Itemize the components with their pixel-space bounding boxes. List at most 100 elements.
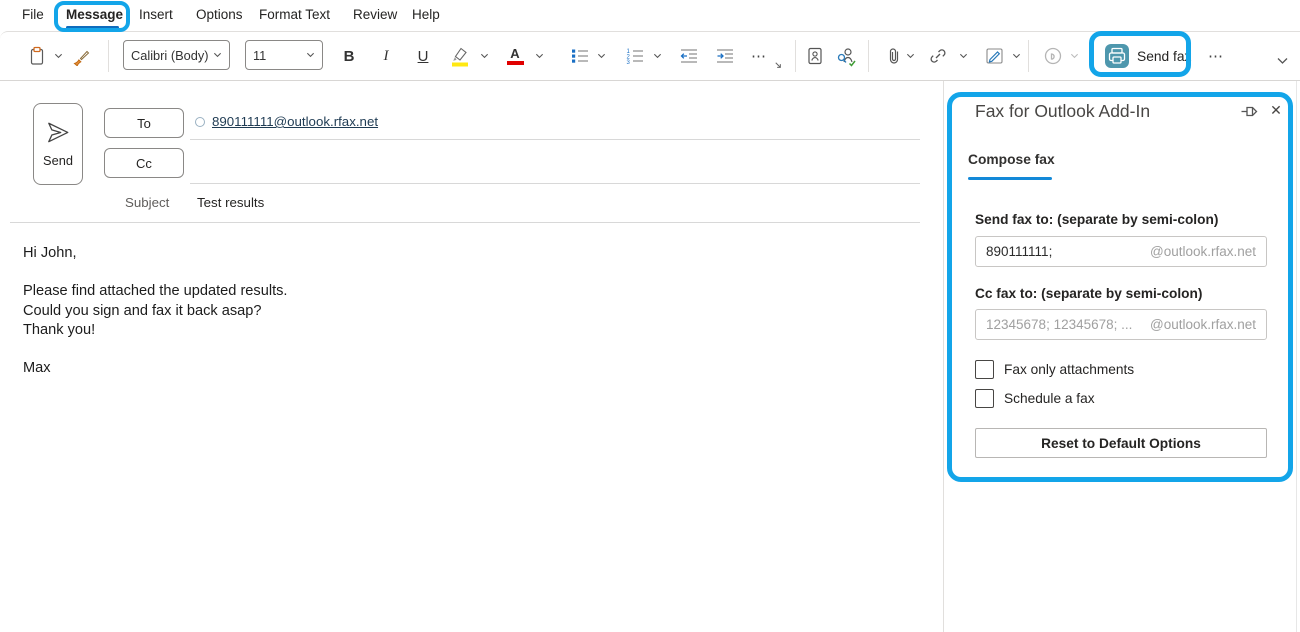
editor-button-disabled[interactable] [1040,43,1066,69]
send-fax-ribbon-button[interactable]: Send fax [1098,40,1197,72]
body-line: Please find attached the updated results… [23,282,903,301]
header-body-divider [10,222,920,223]
signature-button[interactable] [982,43,1008,69]
message-body-editor[interactable]: Hi John, Please find attached the updated… [23,244,903,378]
underline-button[interactable]: U [410,43,436,69]
schedule-a-fax-checkbox[interactable] [975,389,994,408]
task-pane-scrollbar-edge [1296,81,1297,632]
tab-insert[interactable]: Insert [139,7,173,22]
highlight-dropdown-chevron[interactable] [478,51,490,61]
cc-field-underline[interactable] [190,183,920,184]
tab-help[interactable]: Help [412,7,440,22]
format-painter-button[interactable] [68,43,94,69]
link-dropdown-chevron[interactable] [957,51,969,61]
font-color-dropdown-chevron[interactable] [533,51,545,61]
svg-text:3: 3 [627,60,631,66]
fax-domain-suffix: @outlook.rfax.net [1150,244,1256,259]
close-icon[interactable]: ✕ [1267,101,1285,119]
send-fax-to-value[interactable] [986,244,1150,259]
cc-fax-to-value[interactable] [986,317,1150,332]
to-button[interactable]: To [104,108,184,138]
tab-review[interactable]: Review [353,7,397,22]
ribbon-overflow-button[interactable]: ⋯ [1203,43,1229,69]
fax-only-attachments-label: Fax only attachments [1004,362,1134,377]
signature-icon [984,45,1006,67]
numbering-dropdown-chevron[interactable] [651,51,663,61]
fax-machine-icon [1104,43,1130,69]
numbered-list-icon: 123 [625,46,645,66]
paste-button[interactable] [24,43,50,69]
body-line: Thank you! [23,321,903,340]
outlook-compose-window: File Message Insert Options Format Text … [0,0,1300,632]
cc-fax-to-input[interactable]: @outlook.rfax.net [975,309,1267,340]
compose-fax-tab-underline [968,177,1052,180]
fax-only-attachments-row: Fax only attachments [975,360,1134,379]
decrease-indent-icon [679,46,699,66]
fax-only-attachments-checkbox[interactable] [975,360,994,379]
increase-indent-icon [715,46,735,66]
bullets-dropdown-chevron[interactable] [595,51,607,61]
body-line [23,263,903,282]
signature-dropdown-chevron[interactable] [1010,51,1022,61]
paperclip-icon [884,46,904,66]
task-pane-title: Fax for Outlook Add-In [975,101,1150,122]
tab-file[interactable]: File [22,7,44,22]
send-fax-to-input[interactable]: @outlook.rfax.net [975,236,1267,267]
bullets-button[interactable] [567,43,593,69]
format-painter-icon [71,46,91,66]
insert-link-button[interactable] [925,43,951,69]
font-size-combobox[interactable]: 11 [245,40,323,70]
tab-compose-fax[interactable]: Compose fax [968,152,1055,167]
to-field-underline[interactable] [190,139,920,140]
editor-dropdown-chevron[interactable] [1068,51,1080,61]
schedule-a-fax-label: Schedule a fax [1004,391,1095,406]
chevron-down-icon [213,51,222,59]
numbering-button[interactable]: 123 [622,43,648,69]
ribbon-tab-bar: File Message Insert Options Format Text … [0,0,1300,31]
task-pane-divider [943,81,944,632]
increase-indent-button[interactable] [712,43,738,69]
font-color-icon: A [507,47,524,66]
font-name-combobox[interactable]: Calibri (Body) [123,40,230,70]
tab-format-text[interactable]: Format Text [259,7,330,22]
body-line: Max [23,359,903,378]
send-fax-to-label: Send fax to: (separate by semi-colon) [975,212,1218,227]
recipient-address-link[interactable]: 890111111@outlook.rfax.net [212,114,378,129]
reset-to-default-options-button[interactable]: Reset to Default Options [975,428,1267,458]
bulleted-list-icon [570,46,590,66]
body-line: Hi John, [23,244,903,263]
decrease-indent-button[interactable] [676,43,702,69]
cc-button[interactable]: Cc [104,148,184,178]
fax-domain-suffix: @outlook.rfax.net [1150,317,1256,332]
highlight-color-button[interactable] [447,43,473,69]
subject-label: Subject [125,195,169,210]
check-names-button[interactable] [834,43,860,69]
collapse-ribbon-chevron[interactable] [1276,56,1289,66]
chevron-down-icon [306,51,315,59]
attach-dropdown-chevron[interactable] [904,51,916,61]
font-color-button[interactable]: A [502,43,528,69]
paper-plane-icon [45,121,71,145]
pin-icon[interactable] [1240,103,1260,121]
to-recipient-chip[interactable]: 890111111@outlook.rfax.net [195,114,378,129]
editor-icon [1042,45,1064,67]
bold-button[interactable]: B [336,43,362,69]
send-button[interactable]: Send [33,103,83,185]
address-book-icon [805,46,825,66]
subject-field[interactable]: Test results [197,195,264,210]
body-line: Could you sign and fax it back asap? [23,302,903,321]
tab-message[interactable]: Message [66,7,123,22]
italic-button[interactable]: I [373,43,399,69]
presence-indicator-icon [195,117,205,127]
more-formatting-button[interactable]: ⋯ [746,43,772,69]
paste-clipboard-icon [27,46,47,66]
dialog-launcher-icon[interactable] [772,60,784,70]
active-tab-underline [66,26,119,29]
address-book-button[interactable] [802,43,828,69]
ribbon-divider [795,40,796,72]
ribbon-divider [868,40,869,72]
tab-options[interactable]: Options [196,7,243,22]
paste-dropdown-chevron[interactable] [52,51,64,61]
check-names-icon [836,45,858,67]
ribbon-divider [1028,40,1029,72]
